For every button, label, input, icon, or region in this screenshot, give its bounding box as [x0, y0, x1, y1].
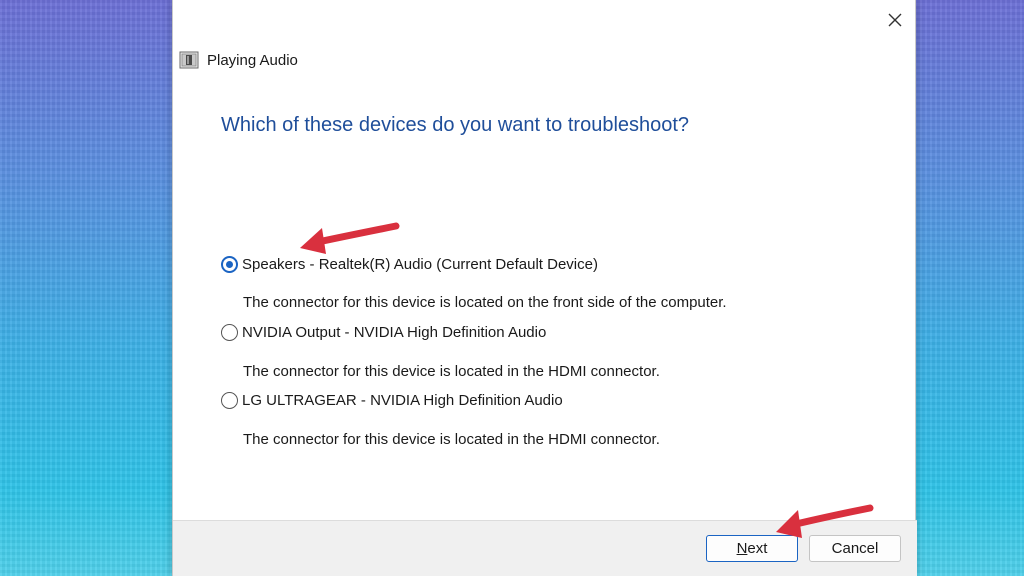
device-option-description: The connector for this device is located…: [243, 294, 727, 311]
device-option-speakers[interactable]: Speakers - Realtek(R) Audio (Current Def…: [221, 256, 598, 273]
device-option-label: LG ULTRAGEAR - NVIDIA High Definition Au…: [242, 392, 563, 409]
radio-button-selected[interactable]: [221, 256, 238, 273]
audio-troubleshooter-icon: [179, 51, 199, 69]
dialog-title: Playing Audio: [207, 51, 298, 69]
troubleshooter-dialog: Playing Audio Which of these devices do …: [172, 0, 917, 576]
cancel-button[interactable]: Cancel: [809, 535, 901, 562]
next-button[interactable]: Next: [706, 535, 798, 562]
device-option-label: Speakers - Realtek(R) Audio (Current Def…: [242, 256, 598, 273]
device-option-label: NVIDIA Output - NVIDIA High Definition A…: [242, 324, 547, 341]
device-option-lg-ultragear[interactable]: LG ULTRAGEAR - NVIDIA High Definition Au…: [221, 392, 563, 409]
close-icon: [888, 13, 902, 27]
next-button-mnemonic: N: [736, 540, 748, 557]
close-button[interactable]: [877, 6, 913, 34]
radio-button[interactable]: [221, 324, 238, 341]
device-option-nvidia-output[interactable]: NVIDIA Output - NVIDIA High Definition A…: [221, 324, 546, 341]
device-option-description: The connector for this device is located…: [243, 431, 660, 448]
page-heading: Which of these devices do you want to tr…: [221, 114, 690, 136]
radio-button[interactable]: [221, 392, 238, 409]
dialog-footer: Next Cancel: [173, 520, 917, 576]
next-button-label: ext: [747, 540, 768, 557]
dialog-title-bar: Playing Audio: [179, 50, 298, 70]
device-option-description: The connector for this device is located…: [243, 363, 660, 380]
